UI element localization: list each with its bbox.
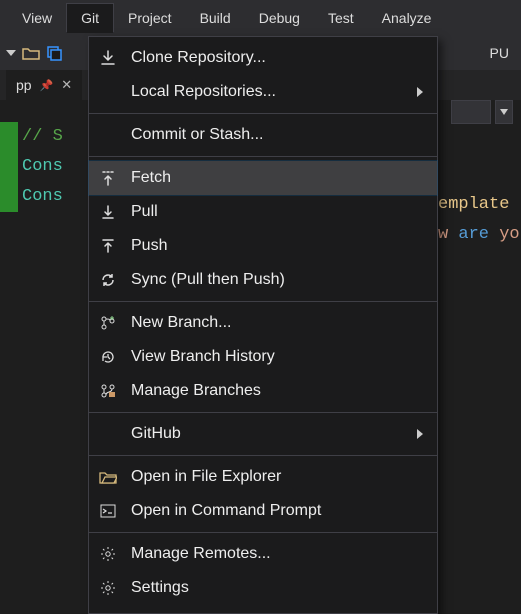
mi-label: Manage Branches [131,382,423,400]
mi-open-command-prompt[interactable]: Open in Command Prompt [89,494,437,528]
menu-separator [89,113,437,114]
mi-label: Sync (Pull then Push) [131,271,423,289]
branches-icon [97,380,119,402]
nav-combo-dropdown[interactable] [495,100,513,124]
mi-label: Settings [131,579,423,597]
code-token: Cons [22,157,63,176]
menu-separator [89,156,437,157]
menu-test[interactable]: Test [314,4,368,32]
menu-git[interactable]: Git [66,3,114,33]
mi-label: Clone Repository... [131,49,423,67]
mi-local-repositories[interactable]: Local Repositories... [89,75,437,109]
tab-filename: pp [16,77,32,93]
mi-sync[interactable]: Sync (Pull then Push) [89,263,437,297]
editor-nav-combos [451,100,513,124]
folder-open-icon [97,466,119,488]
toolbar-config-label: PU [490,45,515,61]
push-icon [97,235,119,257]
nav-dropdown-icon[interactable] [6,48,16,58]
mi-label: Manage Remotes... [131,545,423,563]
mi-open-file-explorer[interactable]: Open in File Explorer [89,460,437,494]
mi-label: Fetch [131,169,423,187]
mi-push[interactable]: Push [89,229,437,263]
open-folder-icon[interactable] [22,46,40,60]
mi-label: GitHub [131,425,405,443]
menu-bar: View Git Project Build Debug Test Analyz… [0,0,521,36]
mi-fetch[interactable]: Fetch [89,161,437,195]
mi-new-branch[interactable]: New Branch... [89,306,437,340]
mi-label: New Branch... [131,314,423,332]
document-tab[interactable]: pp 📌 ✕ [6,70,82,100]
fetch-icon [97,167,119,189]
change-margin [0,122,18,212]
mi-label: Open in Command Prompt [131,502,423,520]
code-token: are [458,225,489,244]
code-token: w [438,225,458,244]
mi-pull[interactable]: Pull [89,195,437,229]
menu-separator [89,301,437,302]
code-token: emplate [438,195,509,214]
menu-view[interactable]: View [8,4,66,32]
mi-view-branch-history[interactable]: View Branch History [89,340,437,374]
menu-debug[interactable]: Debug [245,4,314,32]
menu-analyze[interactable]: Analyze [368,4,446,32]
save-all-icon[interactable] [46,45,62,61]
code-comment: // S [22,127,63,146]
terminal-icon [97,500,119,522]
submenu-arrow-icon [417,87,423,97]
mi-manage-branches[interactable]: Manage Branches [89,374,437,408]
mi-label: Pull [131,203,423,221]
download-icon [97,47,119,69]
mi-label: Push [131,237,423,255]
history-icon [97,346,119,368]
mi-label: View Branch History [131,348,423,366]
blank-icon [97,124,119,146]
menu-separator [89,455,437,456]
mi-commit-or-stash[interactable]: Commit or Stash... [89,118,437,152]
git-menu-dropdown: Clone Repository... Local Repositories..… [88,36,438,614]
mi-label: Open in File Explorer [131,468,423,486]
close-icon[interactable]: ✕ [61,77,72,93]
menu-separator [89,412,437,413]
code-token: yo [489,225,520,244]
mi-github[interactable]: GitHub [89,417,437,451]
mi-label: Local Repositories... [131,83,405,101]
blank-icon [97,423,119,445]
gear-icon [97,543,119,565]
menu-build[interactable]: Build [186,4,245,32]
mi-manage-remotes[interactable]: Manage Remotes... [89,537,437,571]
code-token: Cons [22,187,63,206]
pull-icon [97,201,119,223]
mi-label: Commit or Stash... [131,126,423,144]
new-branch-icon [97,312,119,334]
blank-icon [97,81,119,103]
submenu-arrow-icon [417,429,423,439]
gear-icon [97,577,119,599]
menu-separator [89,532,437,533]
pin-icon[interactable]: 📌 [40,79,54,92]
nav-combo[interactable] [451,100,491,124]
menu-project[interactable]: Project [114,4,186,32]
mi-clone-repository[interactable]: Clone Repository... [89,41,437,75]
sync-icon [97,269,119,291]
